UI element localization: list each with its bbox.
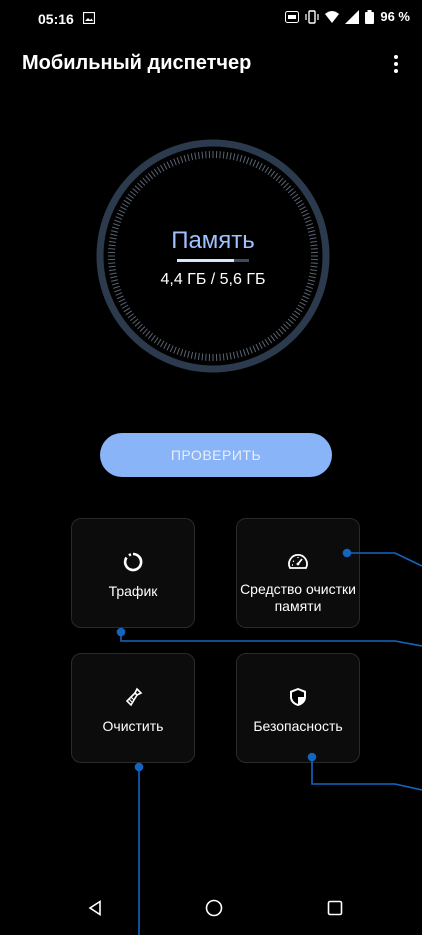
callout-lines	[116, 548, 422, 935]
home-circle-icon	[205, 899, 223, 917]
recents-square-icon	[327, 900, 343, 916]
recents-button[interactable]	[323, 896, 347, 920]
back-triangle-icon	[88, 900, 101, 916]
navigation-bar	[0, 882, 422, 935]
back-button[interactable]	[83, 896, 107, 920]
home-button[interactable]	[202, 896, 226, 920]
